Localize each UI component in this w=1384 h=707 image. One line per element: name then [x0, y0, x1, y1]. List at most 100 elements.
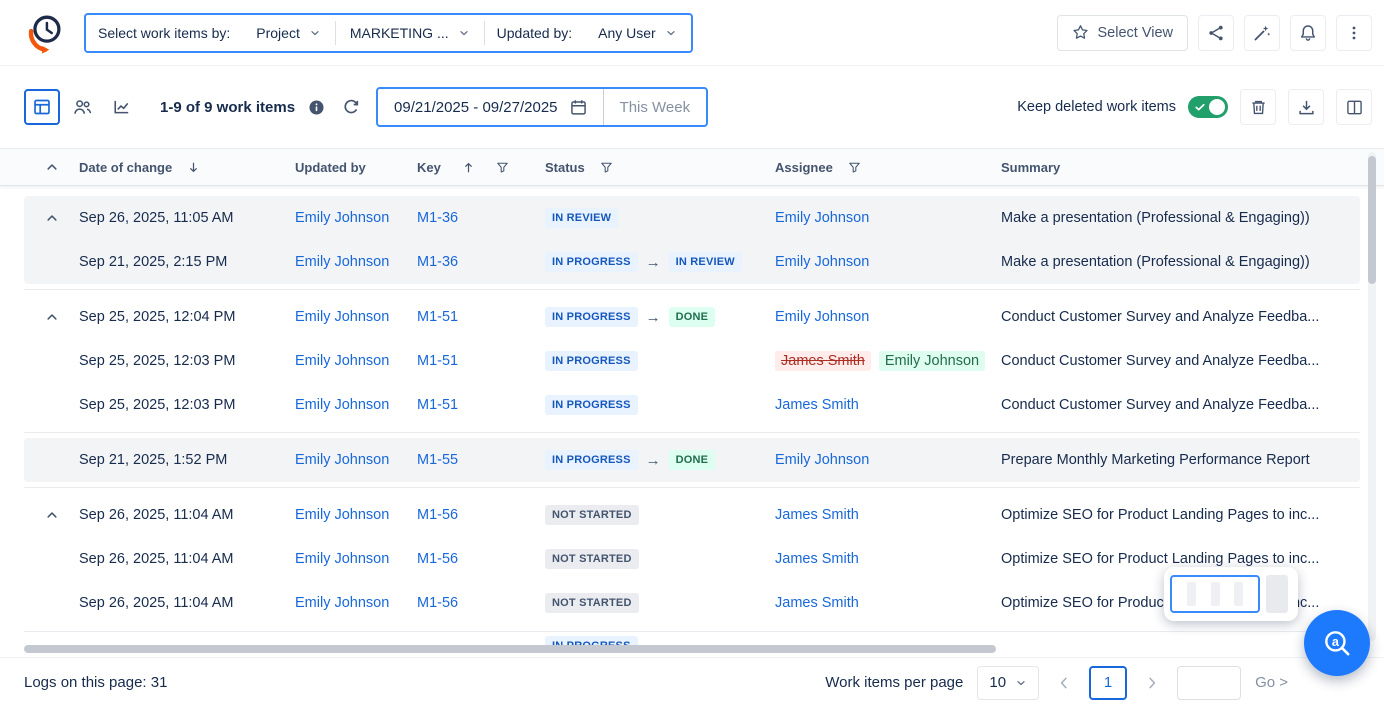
assignee-link[interactable]: Emily Johnson — [775, 309, 869, 325]
status-cell: NOT STARTED — [545, 505, 775, 525]
filter-mode-dropdown[interactable]: Project — [242, 15, 335, 51]
work-item-key-link[interactable]: M1-36 — [417, 254, 458, 270]
previous-page-button[interactable] — [1053, 666, 1075, 700]
delete-button[interactable] — [1240, 89, 1276, 125]
collapse-group-button[interactable] — [24, 310, 79, 324]
keep-deleted-label: Keep deleted work items — [1017, 99, 1176, 115]
updated-by-link[interactable]: Emily Johnson — [295, 353, 389, 369]
vertical-scrollbar[interactable] — [1368, 152, 1376, 641]
filter-funnel-icon[interactable] — [496, 161, 509, 174]
work-item-key-link[interactable]: M1-56 — [417, 507, 458, 523]
filter-funnel-icon[interactable] — [600, 161, 613, 174]
updated-by-link[interactable]: Emily Johnson — [295, 452, 389, 468]
per-page-value: 10 — [989, 674, 1006, 691]
updated-by-cell: Emily Johnson — [295, 507, 417, 523]
assignee-cell: James Smith — [775, 551, 1001, 567]
status-cell: IN PROGRESS→DONE — [545, 307, 775, 327]
assignee-link[interactable]: James Smith — [775, 595, 859, 611]
collapse-group-button[interactable] — [24, 211, 79, 225]
share-button[interactable] — [1198, 15, 1234, 51]
current-page-button[interactable]: 1 — [1089, 666, 1127, 700]
status-chip: IN REVIEW — [545, 208, 618, 228]
assignee-link[interactable]: James Smith — [775, 507, 859, 523]
refresh-icon[interactable] — [342, 98, 360, 116]
work-item-key-link[interactable]: M1-56 — [417, 595, 458, 611]
export-button[interactable] — [1288, 89, 1324, 125]
magic-wand-button[interactable] — [1244, 15, 1280, 51]
updated-by-link[interactable]: Emily Johnson — [295, 309, 389, 325]
footer-bar: Logs on this page: 31 Work items per pag… — [0, 657, 1384, 707]
work-item-key-link[interactable]: M1-56 — [417, 551, 458, 567]
date-range-field[interactable]: 09/21/2025 - 09/27/2025 — [378, 99, 602, 116]
horizontal-scrollbar[interactable] — [24, 645, 1356, 653]
updated-by-cell: Emily Johnson — [295, 309, 417, 325]
column-date-of-change[interactable]: Date of change — [79, 160, 295, 175]
summary-text: Make a presentation (Professional & Enga… — [1001, 210, 1360, 226]
page-jump-input[interactable] — [1177, 666, 1241, 700]
magnified-gray-box — [1266, 575, 1288, 613]
per-page-dropdown[interactable]: 10 — [977, 666, 1039, 700]
download-icon — [1298, 99, 1315, 116]
trash-icon — [1250, 99, 1267, 116]
assignee-link[interactable]: Emily Johnson — [775, 452, 869, 468]
go-to-page-button[interactable]: Go > — [1255, 674, 1288, 691]
chevron-up-icon — [45, 160, 59, 174]
notifications-button[interactable] — [1290, 15, 1326, 51]
column-summary[interactable]: Summary — [1001, 160, 1336, 175]
updated-by-value: Any User — [598, 25, 656, 41]
horizontal-scrollbar-thumb[interactable] — [24, 645, 996, 653]
updated-by-link[interactable]: Emily Johnson — [295, 551, 389, 567]
group-divider — [24, 427, 1360, 438]
sort-descending-icon[interactable] — [187, 161, 200, 174]
status-chip: NOT STARTED — [545, 549, 639, 569]
updated-by-link[interactable]: Emily Johnson — [295, 507, 389, 523]
next-page-button[interactable] — [1141, 666, 1163, 700]
magnified-focused-box — [1170, 575, 1260, 613]
collapse-all-button[interactable] — [24, 160, 79, 174]
collapse-group-button[interactable] — [24, 508, 79, 522]
chevron-down-icon — [665, 27, 677, 39]
more-options-button[interactable] — [1336, 15, 1372, 51]
assignee-link[interactable]: Emily Johnson — [775, 254, 869, 270]
work-item-key-link[interactable]: M1-36 — [417, 210, 458, 226]
project-dropdown[interactable]: MARKETING ... — [336, 15, 484, 51]
assistant-floating-button[interactable]: a — [1304, 610, 1370, 676]
chart-view-button[interactable] — [104, 89, 140, 125]
columns-button[interactable] — [1336, 89, 1372, 125]
sort-ascending-icon[interactable] — [462, 161, 475, 174]
key-cell: M1-56 — [417, 551, 545, 567]
updated-by-link[interactable]: Emily Johnson — [295, 254, 389, 270]
column-updated-by[interactable]: Updated by — [295, 160, 417, 175]
change-date: Sep 26, 2025, 11:05 AM — [79, 210, 295, 226]
kebab-menu-icon — [1346, 25, 1362, 41]
updated-by-link[interactable]: Emily Johnson — [295, 595, 389, 611]
change-date: Sep 26, 2025, 11:04 AM — [79, 507, 295, 523]
work-item-key-link[interactable]: M1-51 — [417, 397, 458, 413]
work-items-count: 1-9 of 9 work items — [160, 99, 295, 116]
assignee-link[interactable]: James Smith — [775, 397, 859, 413]
filter-funnel-icon[interactable] — [848, 161, 861, 174]
column-assignee[interactable]: Assignee — [775, 160, 1001, 175]
assignee-link[interactable]: James Smith — [775, 551, 859, 567]
work-item-key-link[interactable]: M1-51 — [417, 353, 458, 369]
keep-deleted-toggle[interactable] — [1188, 96, 1228, 118]
table-view-button[interactable] — [24, 89, 60, 125]
column-status[interactable]: Status — [545, 160, 775, 175]
updated-by-link[interactable]: Emily Johnson — [295, 210, 389, 226]
info-icon[interactable] — [308, 99, 325, 116]
updated-by-cell: Emily Johnson — [295, 353, 417, 369]
people-view-button[interactable] — [64, 89, 100, 125]
updated-by-link[interactable]: Emily Johnson — [295, 397, 389, 413]
assignee-link[interactable]: Emily Johnson — [775, 210, 869, 226]
summary-text: Conduct Customer Survey and Analyze Feed… — [1001, 309, 1360, 325]
status-chip: NOT STARTED — [545, 593, 639, 613]
select-view-button[interactable]: Select View — [1057, 15, 1189, 51]
change-date: Sep 21, 2025, 2:15 PM — [79, 254, 295, 270]
work-item-group: Sep 26, 2025, 11:05 AMEmily JohnsonM1-36… — [24, 196, 1360, 284]
updated-by-dropdown[interactable]: Any User — [584, 15, 691, 51]
work-item-key-link[interactable]: M1-51 — [417, 309, 458, 325]
key-cell: M1-51 — [417, 309, 545, 325]
work-item-key-link[interactable]: M1-55 — [417, 452, 458, 468]
vertical-scrollbar-thumb[interactable] — [1368, 156, 1376, 284]
column-key[interactable]: Key — [417, 160, 545, 175]
